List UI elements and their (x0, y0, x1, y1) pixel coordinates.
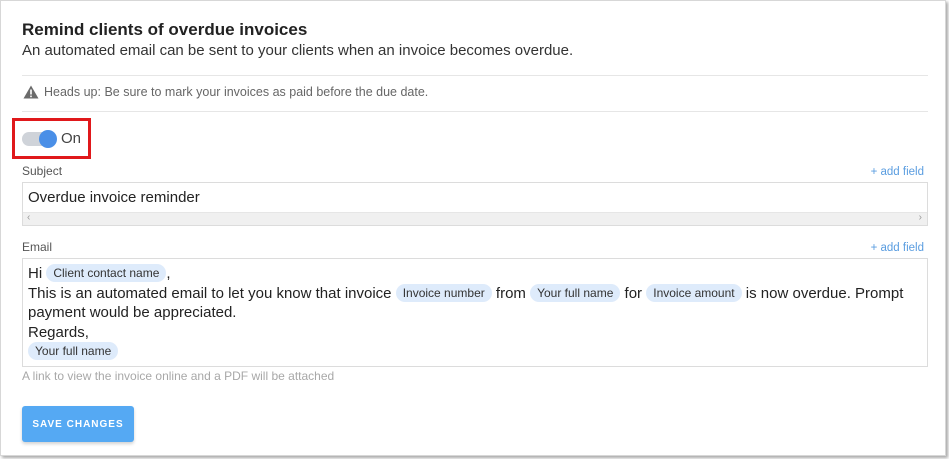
warning-icon (23, 85, 39, 99)
email-line-greeting: Hi Client contact name, (28, 264, 922, 284)
save-changes-button[interactable]: SAVE CHANGES (22, 406, 134, 442)
toggle-knob (39, 130, 57, 148)
toggle-label: On (61, 130, 82, 147)
token-your-full-name[interactable]: Your full name (530, 283, 621, 302)
token-invoice-number[interactable]: Invoice number (395, 283, 492, 302)
subject-scrollbar[interactable]: ‹ › (23, 212, 927, 225)
email-body-editor[interactable]: Hi Client contact name, This is an autom… (22, 258, 928, 367)
attachment-hint: A link to view the invoice online and a … (22, 369, 335, 383)
token-invoice-amount[interactable]: Invoice amount (646, 283, 742, 302)
divider (22, 75, 928, 76)
email-label: Email (22, 240, 53, 254)
divider (22, 111, 928, 112)
subject-value: Overdue invoice reminder (28, 189, 200, 206)
token-signature-name[interactable]: Your full name (28, 342, 119, 360)
page-description: An automated email can be sent to your c… (22, 42, 574, 59)
subject-input[interactable]: Overdue invoice reminder ‹ › (22, 182, 928, 226)
settings-panel: Remind clients of overdue invoices An au… (0, 0, 946, 456)
scroll-left-icon[interactable]: ‹ (27, 212, 30, 223)
email-line-closing: Regards, (28, 323, 89, 341)
word-for: for (624, 284, 643, 302)
greeting-text: Hi (28, 265, 43, 282)
scroll-right-icon[interactable]: › (919, 212, 922, 223)
email-line-body: This is an automated email to let you kn… (28, 283, 922, 323)
email-add-field-link[interactable]: + add field (871, 242, 924, 254)
greeting-suffix: , (166, 265, 171, 282)
reminder-toggle[interactable] (22, 130, 57, 148)
page-title: Remind clients of overdue invoices (22, 20, 308, 39)
body-intro-text: This is an automated email to let you kn… (28, 284, 392, 302)
subject-add-field-link[interactable]: + add field (871, 166, 924, 178)
subject-label: Subject (22, 164, 63, 178)
email-line-signature: Your full name (28, 342, 922, 362)
word-from: from (495, 284, 526, 302)
heads-up-notice: Heads up: Be sure to mark your invoices … (23, 85, 428, 99)
heads-up-text: Heads up: Be sure to mark your invoices … (44, 85, 429, 99)
token-client-contact-name[interactable]: Client contact name (46, 264, 167, 282)
